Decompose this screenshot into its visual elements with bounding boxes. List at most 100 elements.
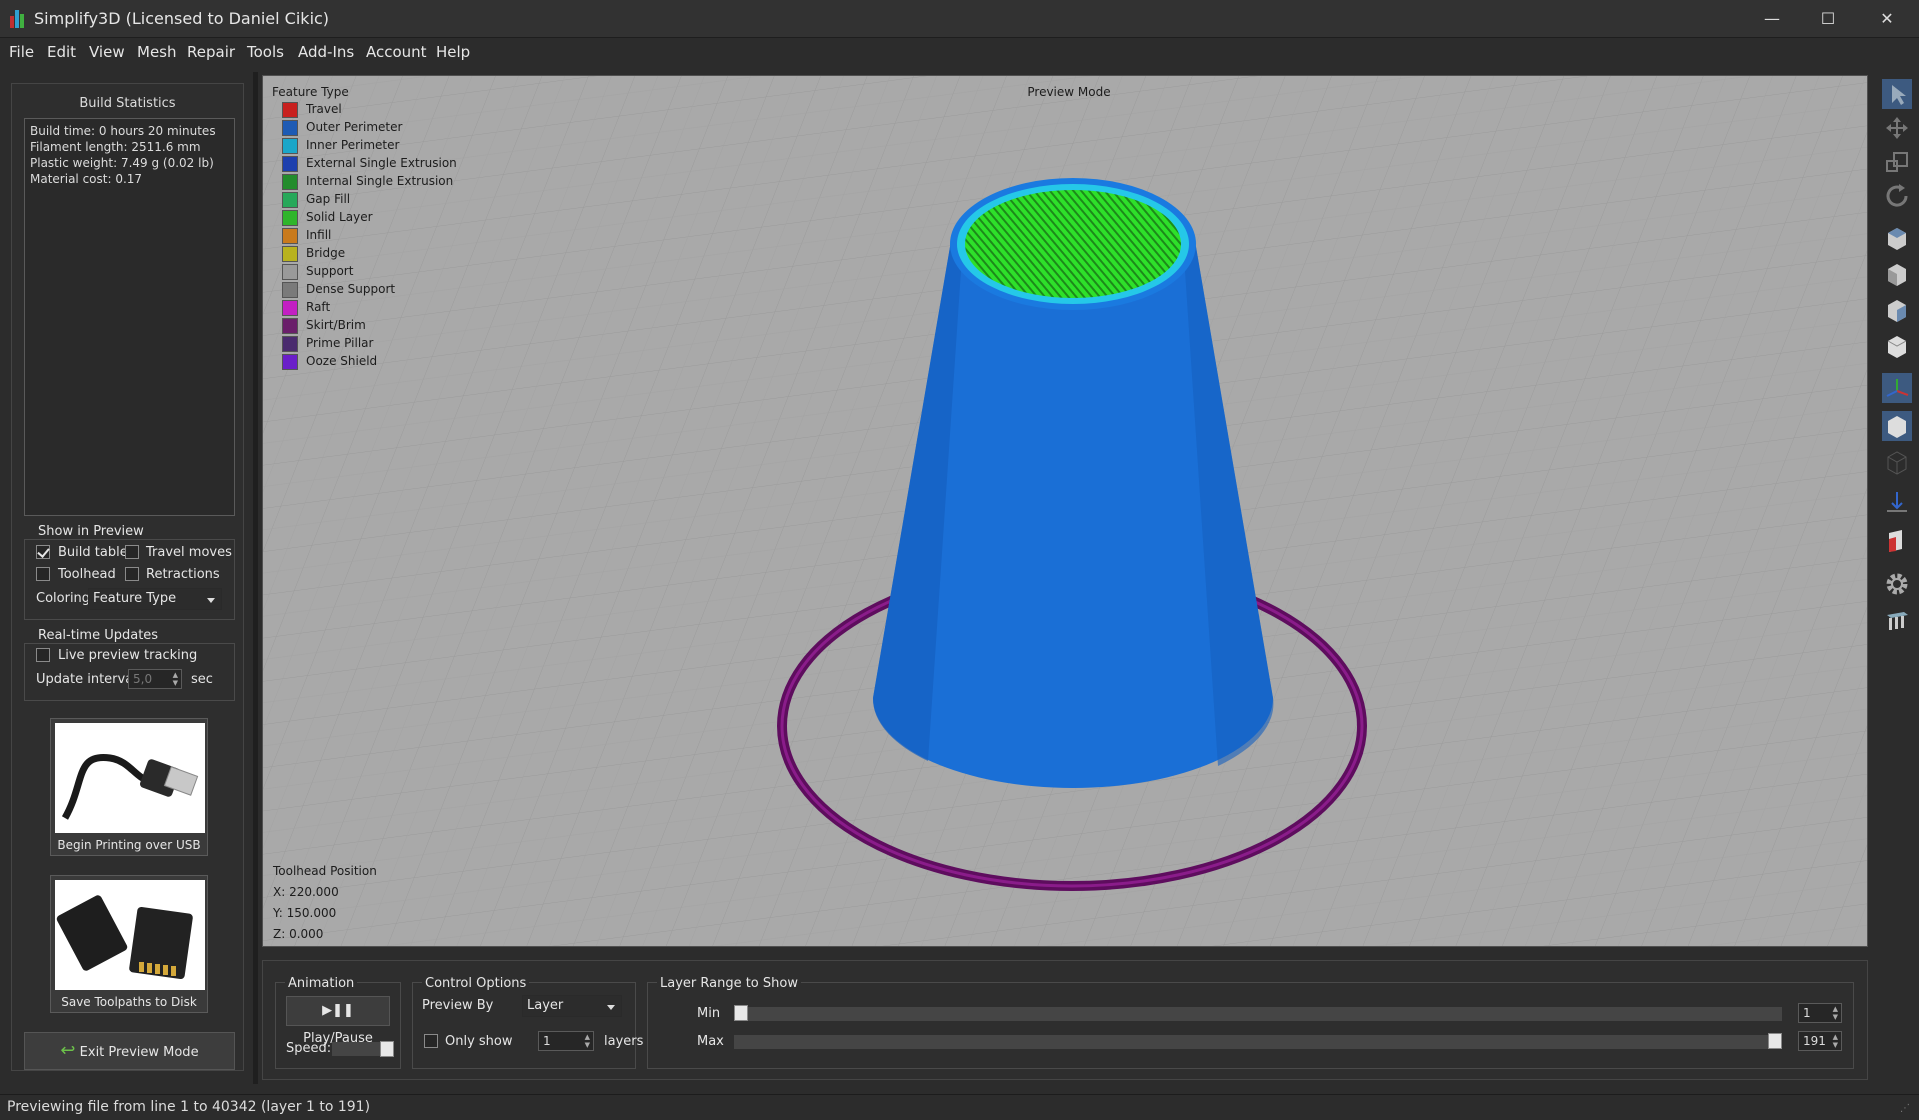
spin-down-icon[interactable]: ▼ — [585, 1042, 590, 1049]
exit-preview-button[interactable]: ↩ Exit Preview Mode — [24, 1032, 235, 1070]
menu-repair[interactable]: Repair — [187, 43, 235, 61]
menu-edit[interactable]: Edit — [47, 43, 76, 61]
update-interval-value: 5,0 — [133, 672, 153, 686]
max-layer-slider-thumb[interactable] — [1768, 1033, 1782, 1049]
menu-help[interactable]: Help — [436, 43, 470, 61]
legend-title: Feature Type — [272, 85, 349, 99]
only-show-spinbox[interactable]: 1 ▲ ▼ — [538, 1031, 594, 1051]
travel-moves-checkbox[interactable] — [125, 545, 139, 559]
min-layer-slider-thumb[interactable] — [734, 1005, 748, 1021]
layers-label: layers — [604, 1034, 644, 1049]
legend-swatch — [282, 228, 298, 244]
stat-filament-length: Filament length: 2511.6 mm — [30, 140, 201, 154]
view-iso-icon[interactable] — [1882, 331, 1912, 361]
spin-down-icon[interactable]: ▼ — [1833, 1042, 1838, 1049]
rotate-icon[interactable] — [1882, 181, 1912, 211]
preview-mode-label: Preview Mode — [1027, 85, 1111, 99]
toolhead-z: Z: 0.000 — [273, 927, 324, 941]
spin-up-icon[interactable]: ▲ — [1833, 1034, 1838, 1041]
resize-grip-icon[interactable]: ⋰ — [1900, 1103, 1910, 1114]
solid-view-icon[interactable] — [1882, 411, 1912, 441]
legend-swatch — [282, 156, 298, 172]
preview-viewport[interactable]: Preview Mode Feature Type Travel Outer Pe… — [262, 75, 1868, 947]
min-layer-spinbox[interactable]: 1 ▲ ▼ — [1798, 1003, 1842, 1023]
build-table-label: Build table — [58, 545, 128, 560]
update-interval-unit: sec — [191, 672, 213, 687]
speed-label: Speed: — [286, 1041, 332, 1056]
legend-swatch — [282, 174, 298, 190]
back-arrow-icon: ↩ — [60, 1040, 76, 1061]
min-label: Min — [697, 1006, 721, 1021]
status-text: Previewing file from line 1 to 40342 (la… — [7, 1099, 371, 1115]
min-layer-slider[interactable] — [734, 1007, 1782, 1021]
menu-add-ins[interactable]: Add-Ins — [298, 43, 354, 61]
panel-splitter[interactable] — [253, 72, 258, 1084]
update-interval-label: Update interval — [36, 672, 137, 687]
menu-tools[interactable]: Tools — [247, 43, 284, 61]
animation-title: Animation — [285, 976, 358, 991]
select-icon[interactable] — [1882, 79, 1912, 109]
legend-label: Skirt/Brim — [306, 318, 366, 332]
update-interval-spinbox[interactable]: 5,0 ▲ ▼ — [128, 669, 182, 689]
only-show-label: Only show — [445, 1034, 513, 1049]
coloring-select[interactable]: Feature Type — [88, 588, 222, 610]
feature-type-legend: Feature Type Travel Outer Perimeter Inner … — [272, 85, 472, 385]
legend-swatch — [282, 282, 298, 298]
view-side-icon[interactable] — [1882, 295, 1912, 325]
spin-up-icon[interactable]: ▲ — [585, 1034, 590, 1041]
legend-swatch — [282, 300, 298, 316]
maximize-button[interactable]: ☐ — [1801, 0, 1855, 38]
legend-swatch — [282, 318, 298, 334]
legend-label: Inner Perimeter — [306, 138, 400, 152]
app-logo-icon — [10, 10, 28, 28]
legend-label: Prime Pillar — [306, 336, 374, 350]
min-layer-value: 1 — [1803, 1006, 1811, 1020]
legend-label: Travel — [306, 102, 342, 116]
begin-printing-usb-button[interactable]: Begin Printing over USB — [50, 718, 208, 856]
preview-by-value: Layer — [527, 998, 564, 1013]
max-layer-slider[interactable] — [734, 1035, 1782, 1049]
legend-swatch — [282, 138, 298, 154]
only-show-checkbox[interactable] — [424, 1034, 438, 1048]
play-pause-button[interactable]: ▶❚❚ Play/Pause — [286, 996, 390, 1046]
view-top-icon[interactable] — [1882, 223, 1912, 253]
sd-card-icon — [55, 880, 205, 990]
speed-slider-thumb[interactable] — [380, 1041, 394, 1057]
menu-file[interactable]: File — [9, 43, 34, 61]
bed-icon[interactable] — [1882, 605, 1912, 635]
legend-label: Internal Single Extrusion — [306, 174, 454, 188]
view-front-icon[interactable] — [1882, 259, 1912, 289]
usb-cable-icon — [55, 723, 205, 833]
scale-icon[interactable] — [1882, 147, 1912, 177]
legend-label: Support — [306, 264, 354, 278]
axes-icon[interactable] — [1882, 373, 1912, 403]
legend-label: Raft — [306, 300, 331, 314]
close-button[interactable]: ✕ — [1860, 0, 1914, 38]
spin-up-icon[interactable]: ▲ — [173, 672, 178, 679]
top-solid-fill — [965, 190, 1181, 298]
spin-down-icon[interactable]: ▼ — [1833, 1014, 1838, 1021]
legend-label: Dense Support — [306, 282, 396, 296]
build-table-checkbox[interactable] — [36, 545, 50, 559]
center-icon[interactable] — [1882, 487, 1912, 517]
cross-section-icon[interactable] — [1882, 525, 1912, 555]
spin-up-icon[interactable]: ▲ — [1833, 1006, 1838, 1013]
preview-by-select[interactable]: Layer — [522, 995, 622, 1017]
control-options-title: Control Options — [422, 976, 530, 991]
spin-down-icon[interactable]: ▼ — [173, 680, 178, 687]
minimize-button[interactable]: — — [1745, 0, 1799, 38]
move-icon[interactable] — [1882, 113, 1912, 143]
menu-account[interactable]: Account — [366, 43, 427, 61]
menu-mesh[interactable]: Mesh — [137, 43, 177, 61]
right-toolbar — [1877, 75, 1919, 1075]
settings-gear-icon[interactable] — [1882, 569, 1912, 599]
retractions-checkbox[interactable] — [125, 567, 139, 581]
wireframe-icon[interactable] — [1882, 447, 1912, 477]
save-toolpaths-button[interactable]: Save Toolpaths to Disk — [50, 875, 208, 1013]
build-statistics-title: Build Statistics — [79, 96, 176, 111]
live-preview-checkbox[interactable] — [36, 648, 50, 662]
legend-label: Solid Layer — [306, 210, 373, 224]
menu-view[interactable]: View — [89, 43, 125, 61]
max-layer-spinbox[interactable]: 191 ▲ ▼ — [1798, 1031, 1842, 1051]
toolhead-checkbox[interactable] — [36, 567, 50, 581]
